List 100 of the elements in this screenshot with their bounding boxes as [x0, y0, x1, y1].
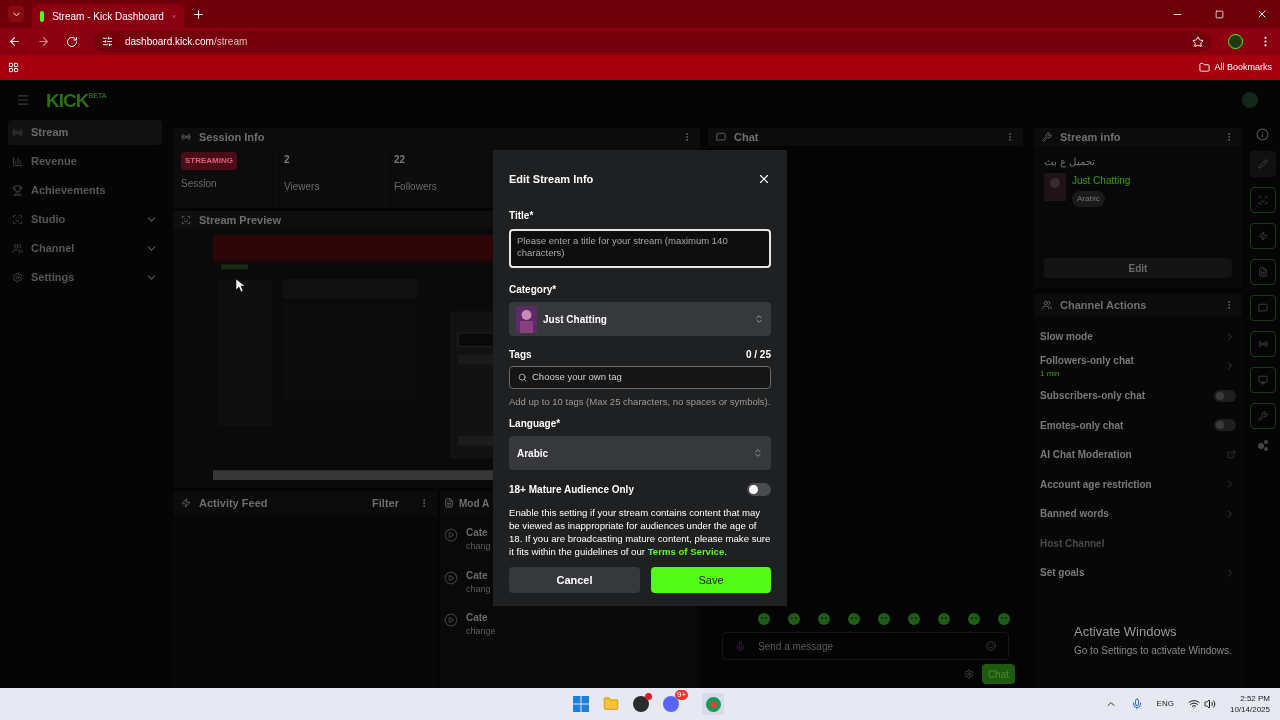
channel-action-item[interactable]: Slow mode	[1034, 322, 1242, 352]
users-icon	[1042, 300, 1052, 310]
category-link[interactable]: Just Chatting	[1072, 173, 1131, 188]
cancel-button[interactable]: Cancel	[509, 567, 640, 593]
chat-icon	[716, 132, 726, 142]
sidebar-item[interactable]: Settings	[8, 265, 162, 290]
channel-action-item[interactable]: Subscribers-only chat	[1034, 381, 1242, 411]
language-select[interactable]: Arabic	[509, 436, 771, 470]
chrome-icon[interactable]	[702, 693, 725, 715]
nav-icon	[12, 185, 23, 196]
streaming-badge: STREAMING	[181, 152, 237, 170]
rail-icon	[1257, 159, 1268, 169]
sidebar-item[interactable]: Studio	[8, 207, 162, 232]
field-label: Category*	[509, 283, 558, 297]
channel-action-item[interactable]: Banned words	[1034, 499, 1242, 529]
mature-description: Enable this setting if your stream contains content that may be viewed as inappropriate for audiences under the age of 18. If you are broadcasting mature content, please make sure it fits within the guidelines of our Terms of Service.	[509, 506, 771, 558]
apps-icon	[8, 62, 19, 73]
save-button[interactable]: Save	[651, 567, 771, 593]
rail-icon	[1257, 375, 1268, 385]
toggle-switch[interactable]	[1214, 419, 1236, 432]
panel-title: Mod A	[459, 496, 490, 511]
rail-button[interactable]	[1249, 223, 1276, 249]
setting-value: 1 min	[1040, 367, 1061, 380]
edit-button[interactable]: Edit	[1044, 258, 1232, 278]
obs-icon[interactable]	[633, 696, 649, 712]
windows-start-icon[interactable]	[573, 696, 589, 712]
panel-title: Stream info	[1060, 129, 1121, 145]
video-icon	[444, 570, 458, 585]
emoji-icon	[986, 641, 996, 651]
mod-action-detail: change	[466, 625, 496, 638]
sidebar-item[interactable]: Achievements	[8, 178, 162, 203]
rail-button[interactable]	[1249, 403, 1276, 429]
all-bookmarks-button[interactable]: All Bookmarks	[1199, 60, 1272, 75]
field-label: 18+ Mature Audience Only	[509, 483, 634, 497]
select-arrows-icon	[753, 448, 763, 458]
panel-title: Activity Feed	[199, 495, 268, 511]
nav-icon	[12, 272, 23, 283]
field-label: Language*	[509, 417, 562, 431]
language-tag: Arabic	[1072, 191, 1105, 207]
restore-icon	[1215, 9, 1224, 19]
rail-icon	[1257, 231, 1268, 241]
video-icon	[444, 528, 458, 542]
mouse-cursor-icon	[236, 279, 245, 293]
mod-action-title: Cate	[466, 526, 489, 540]
sidebar-item[interactable]: Revenue	[8, 149, 162, 174]
tab-list-button[interactable]	[8, 6, 24, 22]
rail-button[interactable]	[1249, 187, 1276, 213]
title-field[interactable]: Please enter a title for your stream (maximum 140 characters)	[509, 229, 771, 268]
channel-action-item[interactable]: AI Chat Moderation	[1034, 440, 1242, 470]
address-field[interactable]: dashboard.kick.com/stream	[94, 31, 1212, 52]
language-indicator[interactable]: ENG	[1156, 698, 1174, 710]
lightning-icon	[181, 498, 191, 508]
nav-icon	[12, 156, 23, 167]
mod-action-detail: chang	[466, 540, 491, 553]
browser-tab[interactable]: Stream - Kick Dashboard	[32, 4, 184, 28]
rail-button[interactable]	[1249, 367, 1276, 393]
channel-action-item[interactable]: Account age restriction	[1034, 469, 1242, 499]
site-settings-icon	[102, 36, 113, 47]
channel-action-item[interactable]: Set goals	[1034, 558, 1242, 588]
video-icon	[444, 613, 458, 627]
clock-time: 2:52 PM	[1240, 693, 1270, 704]
back-icon	[8, 35, 21, 48]
toggle-switch[interactable]	[1214, 389, 1236, 402]
channel-action-item[interactable]: Emotes-only chat	[1034, 410, 1242, 440]
rail-button[interactable]	[1249, 151, 1276, 177]
discord-icon[interactable]	[663, 696, 679, 712]
field-label: Tags	[509, 348, 532, 362]
settings-icon	[963, 669, 974, 679]
rail-icon	[1257, 303, 1268, 313]
toggle-switch[interactable]	[747, 483, 771, 496]
mod-action-detail: chang	[466, 582, 491, 596]
tab-favicon-icon	[40, 10, 45, 22]
stat-value: 22	[394, 153, 407, 167]
nav-icon	[12, 127, 23, 138]
dialog-title: Edit Stream Info	[509, 171, 594, 187]
category-thumbnail	[1044, 173, 1066, 201]
sidebar-item[interactable]: Channel	[8, 236, 162, 261]
activation-title: Activate Windows	[1074, 622, 1178, 641]
microphone-icon	[735, 640, 746, 652]
tags-field[interactable]: Choose your own tag	[509, 366, 771, 389]
category-thumbnail	[516, 305, 537, 333]
channel-action-item[interactable]: Followers-only chat 1 min	[1034, 351, 1242, 381]
rail-button[interactable]	[1249, 259, 1276, 285]
reload-icon	[66, 35, 78, 48]
close-button[interactable]	[757, 172, 771, 186]
panel-title: Session Info	[199, 129, 265, 145]
category-select[interactable]: Just Chatting	[509, 302, 771, 336]
mod-action-title: Cate	[466, 611, 489, 625]
document-icon	[444, 498, 454, 508]
activation-text: Go to Settings to activate Windows.	[1074, 644, 1233, 658]
user-avatar[interactable]	[1242, 92, 1258, 108]
filter-button[interactable]: Filter	[372, 494, 399, 512]
nav-icon	[12, 243, 23, 254]
message-field[interactable]: Send a message	[722, 632, 1009, 660]
new-tab-icon	[192, 7, 205, 21]
sidebar-item[interactable]: Stream	[8, 120, 162, 145]
profile-avatar[interactable]	[1228, 34, 1243, 49]
rail-button[interactable]	[1249, 331, 1276, 357]
wrench-icon	[1042, 132, 1052, 142]
rail-button[interactable]	[1249, 295, 1276, 321]
